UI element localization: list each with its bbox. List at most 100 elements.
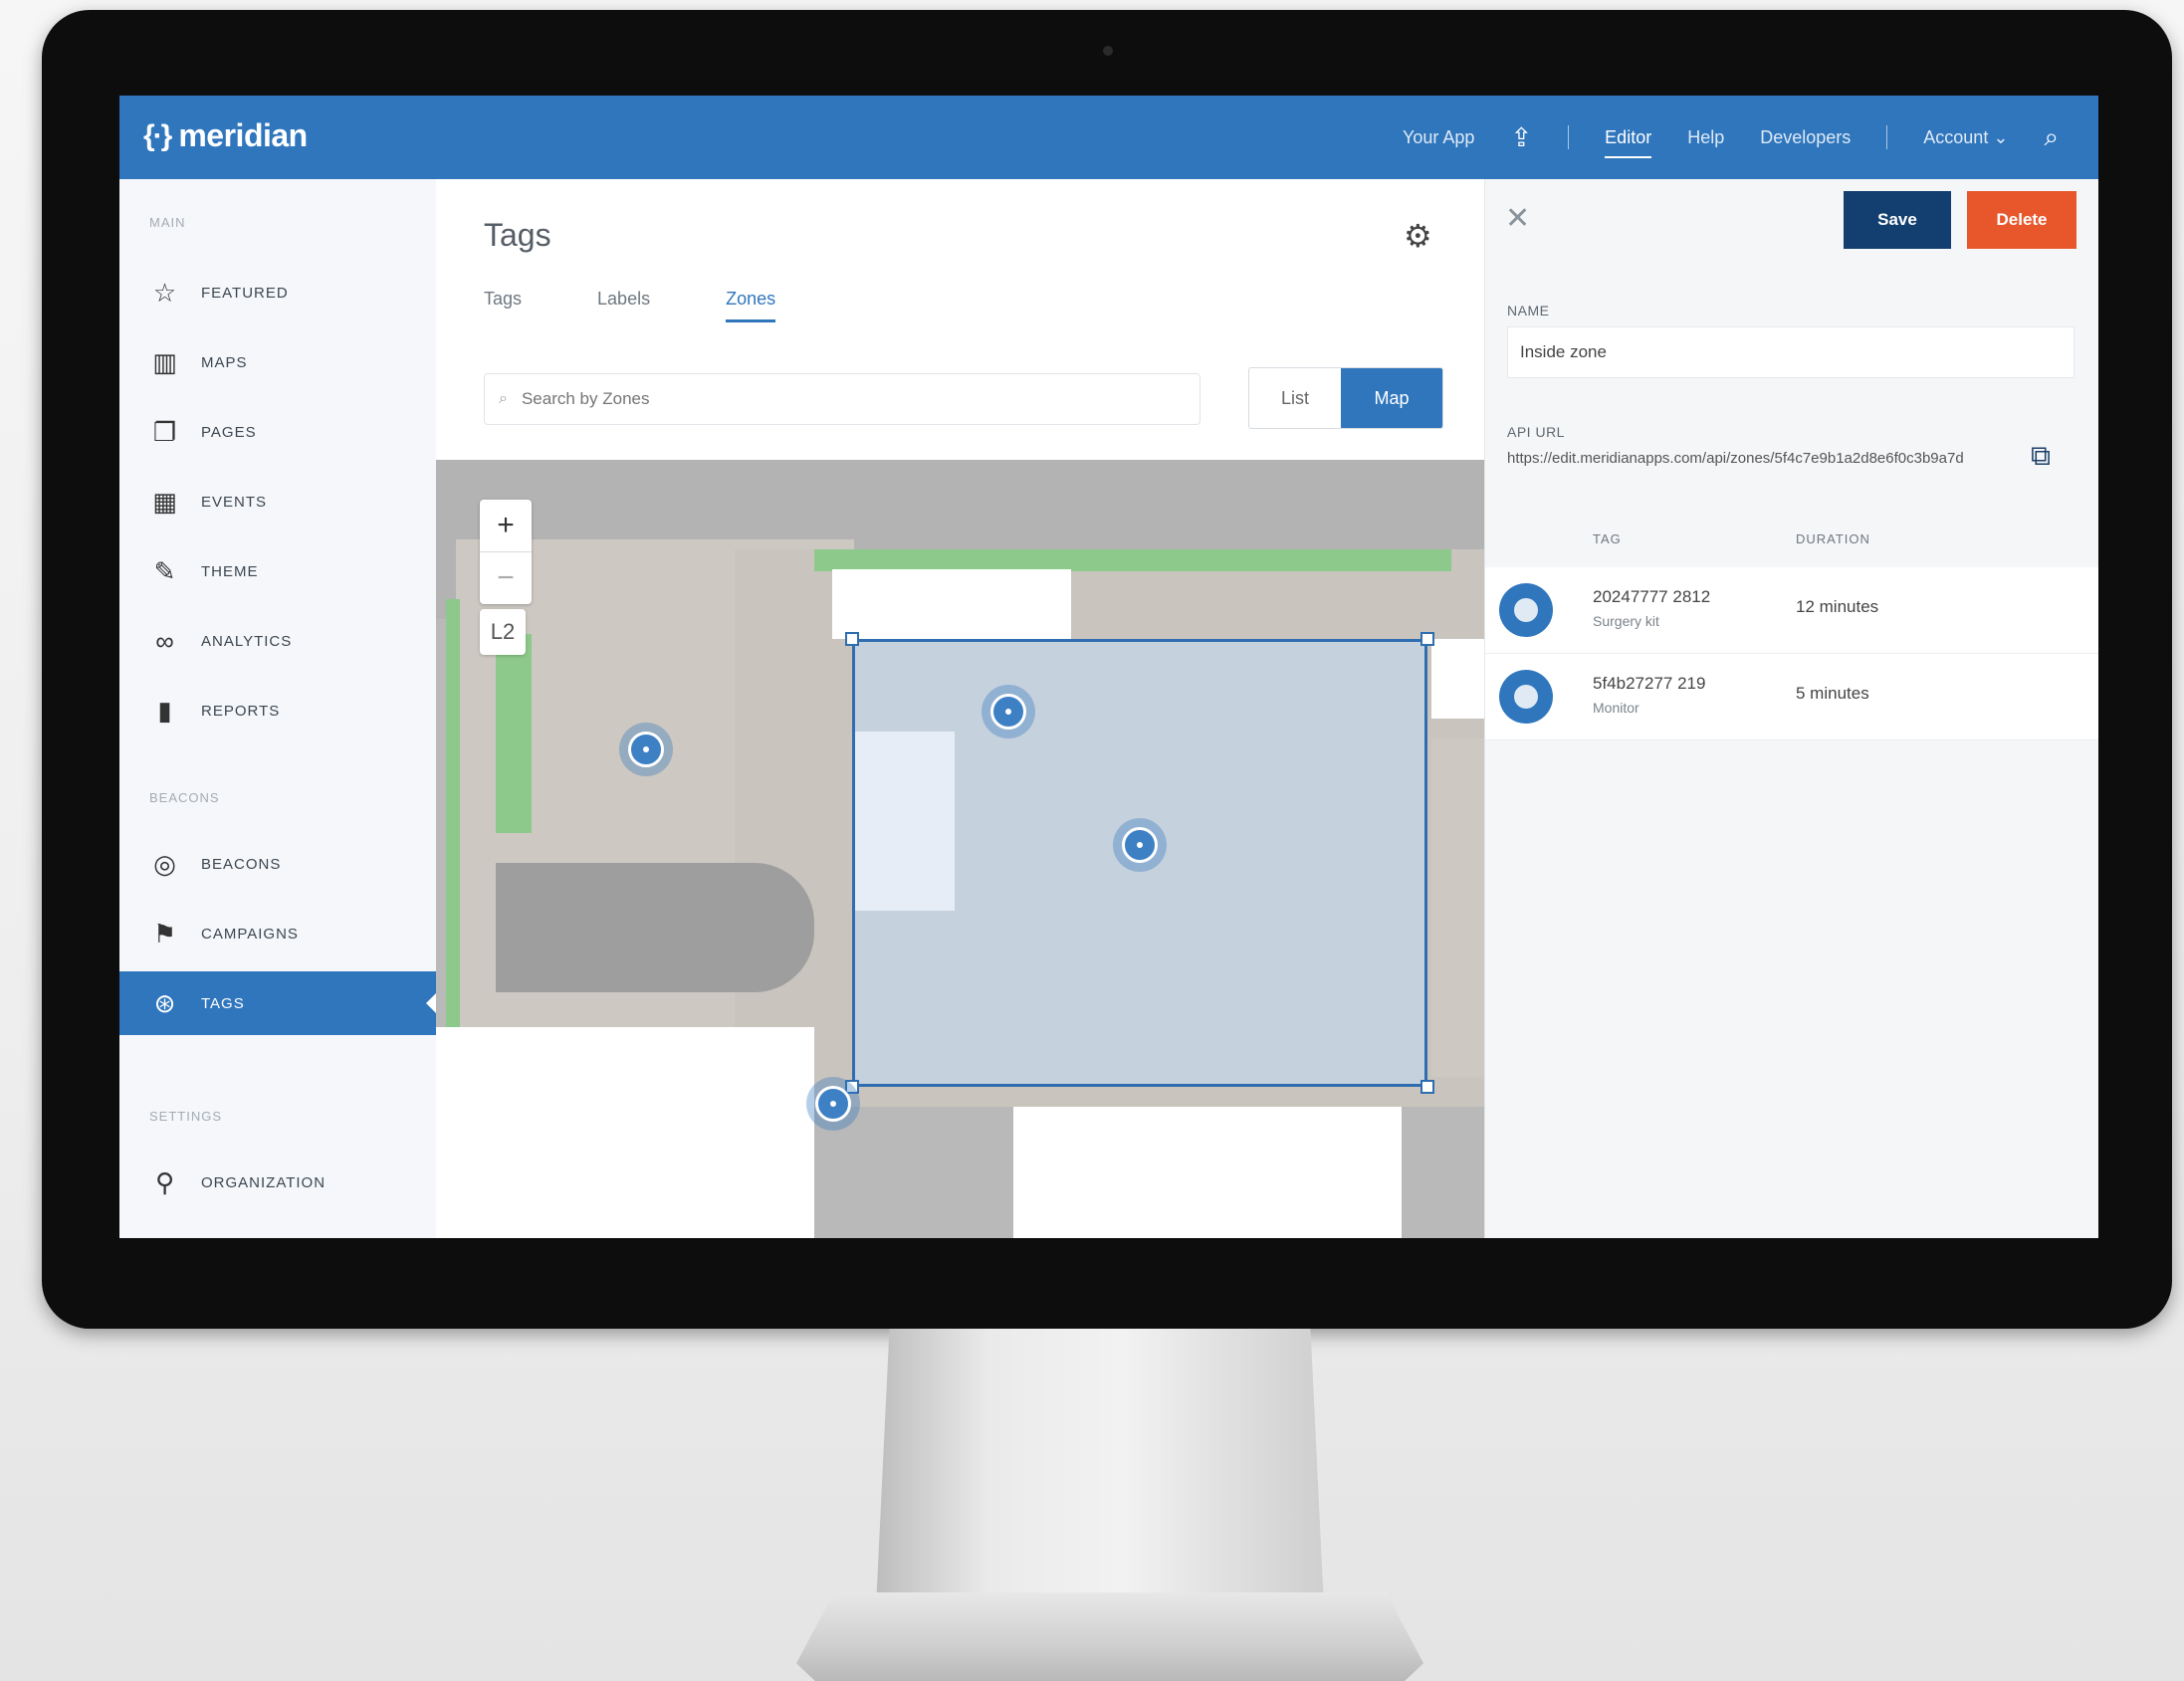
column-header-duration: DURATION bbox=[1796, 531, 1870, 546]
map-room-block bbox=[832, 569, 1071, 639]
monitor-stand bbox=[876, 1329, 1324, 1607]
brush-icon: ✎ bbox=[153, 555, 177, 586]
tag-label: Surgery kit bbox=[1593, 613, 1659, 629]
zone-resize-handle[interactable] bbox=[1420, 1080, 1434, 1094]
map-open-area bbox=[436, 1027, 814, 1238]
sidebar-item-theme[interactable]: ✎ THEME bbox=[119, 539, 436, 603]
sidebar-item-reports[interactable]: ▮ REPORTS bbox=[119, 679, 436, 742]
tag-avatar-icon bbox=[1499, 670, 1553, 724]
sidebar-item-tags[interactable]: ⊛ TAGS bbox=[119, 971, 436, 1035]
tag-id: 5f4b27277 219 bbox=[1593, 674, 1706, 693]
sidebar-item-featured[interactable]: ☆ FEATURED bbox=[119, 261, 436, 324]
tag-label: Monitor bbox=[1593, 700, 1639, 716]
tag-duration: 12 minutes bbox=[1796, 597, 1879, 616]
zoom-in-button[interactable]: + bbox=[480, 500, 532, 551]
sidebar-item-label: REPORTS bbox=[201, 702, 281, 720]
page-title: Tags bbox=[484, 217, 551, 253]
nav-divider bbox=[1568, 125, 1570, 149]
sidebar-item-label: ORGANIZATION bbox=[201, 1173, 327, 1191]
analytics-icon: ∞ bbox=[155, 625, 175, 656]
sidebar-section-main: MAIN bbox=[149, 215, 186, 230]
sidebar-item-label: BEACONS bbox=[201, 855, 282, 873]
sidebar-item-label: EVENTS bbox=[201, 493, 268, 511]
tab-zones[interactable]: Zones bbox=[726, 289, 776, 322]
map-icon: ▥ bbox=[152, 346, 178, 377]
sidebar: MAIN ☆ FEATURED ▥ MAPS ❐ PAGES ▦ EVENTS … bbox=[119, 179, 437, 1238]
zone-resize-handle[interactable] bbox=[845, 632, 859, 646]
api-url-label: API URL bbox=[1507, 424, 1565, 440]
pages-icon: ❐ bbox=[152, 416, 178, 447]
tag-marker[interactable] bbox=[619, 723, 673, 776]
zone-room bbox=[855, 732, 955, 911]
column-header-tag: TAG bbox=[1593, 531, 1622, 546]
your-app-link[interactable]: Your App bbox=[1403, 127, 1474, 148]
search-box: ⌕ bbox=[484, 373, 1201, 425]
search-icon[interactable]: ⌕ bbox=[2044, 121, 2059, 153]
close-icon[interactable]: ✕ bbox=[1505, 201, 1530, 236]
copy-icon[interactable]: ⧉ bbox=[2031, 440, 2051, 473]
map-view-button[interactable]: Map bbox=[1341, 368, 1442, 428]
sidebar-section-settings: SETTINGS bbox=[149, 1109, 223, 1124]
megaphone-icon: ⚑ bbox=[152, 918, 178, 948]
nav-editor[interactable]: Editor bbox=[1605, 127, 1652, 158]
api-url-value[interactable]: https://edit.meridianapps.com/api/zones/… bbox=[1507, 450, 2025, 467]
floor-level-badge[interactable]: L2 bbox=[480, 609, 526, 655]
delete-button[interactable]: Delete bbox=[1967, 191, 2076, 249]
tab-bar: Tags Labels Zones bbox=[484, 289, 776, 322]
sidebar-item-events[interactable]: ▦ EVENTS bbox=[119, 470, 436, 533]
search-input[interactable] bbox=[519, 388, 1161, 410]
tab-tags[interactable]: Tags bbox=[484, 289, 522, 322]
sidebar-item-campaigns[interactable]: ⚑ CAMPAIGNS bbox=[119, 902, 436, 965]
top-bar: {·} meridian Your App ⇪ Editor Help Deve… bbox=[119, 96, 2098, 179]
org-icon: ⚲ bbox=[154, 1166, 176, 1197]
brand-name: meridian bbox=[178, 117, 308, 153]
calendar-icon: ▦ bbox=[152, 486, 178, 517]
tab-labels[interactable]: Labels bbox=[597, 289, 650, 322]
tag-duration: 5 minutes bbox=[1796, 684, 1869, 703]
search-icon: ⌕ bbox=[499, 390, 508, 407]
tag-avatar-icon bbox=[1499, 583, 1553, 637]
sidebar-item-label: CAMPAIGNS bbox=[201, 925, 299, 943]
nav-developers[interactable]: Developers bbox=[1760, 127, 1851, 148]
account-label: Account bbox=[1923, 126, 1989, 147]
zone-name-field[interactable] bbox=[1507, 326, 2075, 378]
sidebar-item-label: PAGES bbox=[201, 423, 257, 441]
map-floor-area bbox=[1431, 738, 1484, 1077]
sidebar-item-label: FEATURED bbox=[201, 284, 289, 302]
sidebar-item-label: ANALYTICS bbox=[201, 632, 293, 650]
sidebar-item-label: MAPS bbox=[201, 353, 248, 371]
account-menu[interactable]: Account ⌄ bbox=[1923, 127, 2008, 148]
table-row[interactable]: 20247777 2812 Surgery kit 12 minutes bbox=[1485, 567, 2098, 654]
sidebar-item-analytics[interactable]: ∞ ANALYTICS bbox=[119, 609, 436, 673]
main-panel: Tags ⚙ Tags Labels Zones ⌕ List Map bbox=[436, 179, 1484, 1238]
screen: {·} meridian Your App ⇪ Editor Help Deve… bbox=[119, 96, 2098, 1238]
share-icon[interactable]: ⇪ bbox=[1510, 122, 1532, 153]
list-view-button[interactable]: List bbox=[1249, 368, 1341, 428]
map-parking-area bbox=[496, 863, 814, 992]
tag-marker[interactable] bbox=[806, 1077, 860, 1131]
map-grass-strip bbox=[446, 599, 460, 1097]
brand-logo[interactable]: {·} meridian bbox=[143, 117, 308, 154]
sidebar-item-label: THEME bbox=[201, 562, 259, 580]
sidebar-item-beacons[interactable]: ◎ BEACONS bbox=[119, 832, 436, 896]
tag-marker[interactable] bbox=[982, 685, 1035, 738]
gear-icon[interactable]: ⚙ bbox=[1404, 217, 1432, 255]
tag-marker[interactable] bbox=[1113, 818, 1167, 872]
nav-help[interactable]: Help bbox=[1687, 127, 1724, 148]
table-row[interactable]: 5f4b27277 219 Monitor 5 minutes bbox=[1485, 654, 2098, 740]
zoom-out-button[interactable]: − bbox=[480, 551, 532, 604]
floor-map[interactable]: + − L2 bbox=[436, 460, 1484, 1238]
zone-detail-panel: ✕ Save Delete NAME API URL https://edit.… bbox=[1484, 179, 2098, 1238]
sidebar-item-maps[interactable]: ▥ MAPS bbox=[119, 330, 436, 394]
star-icon: ☆ bbox=[152, 277, 178, 308]
monitor-stand-base bbox=[796, 1592, 1423, 1681]
sidebar-item-label: TAGS bbox=[201, 994, 245, 1012]
map-room-block bbox=[1431, 639, 1484, 719]
sidebar-item-organization[interactable]: ⚲ ORGANIZATION bbox=[119, 1151, 436, 1214]
map-grass-strip bbox=[496, 634, 532, 833]
zone-resize-handle[interactable] bbox=[1420, 632, 1434, 646]
camera-dot bbox=[1103, 46, 1113, 56]
save-button[interactable]: Save bbox=[1844, 191, 1951, 249]
top-nav: Your App ⇪ Editor Help Developers Accoun… bbox=[1403, 96, 2059, 179]
sidebar-item-pages[interactable]: ❐ PAGES bbox=[119, 400, 436, 464]
